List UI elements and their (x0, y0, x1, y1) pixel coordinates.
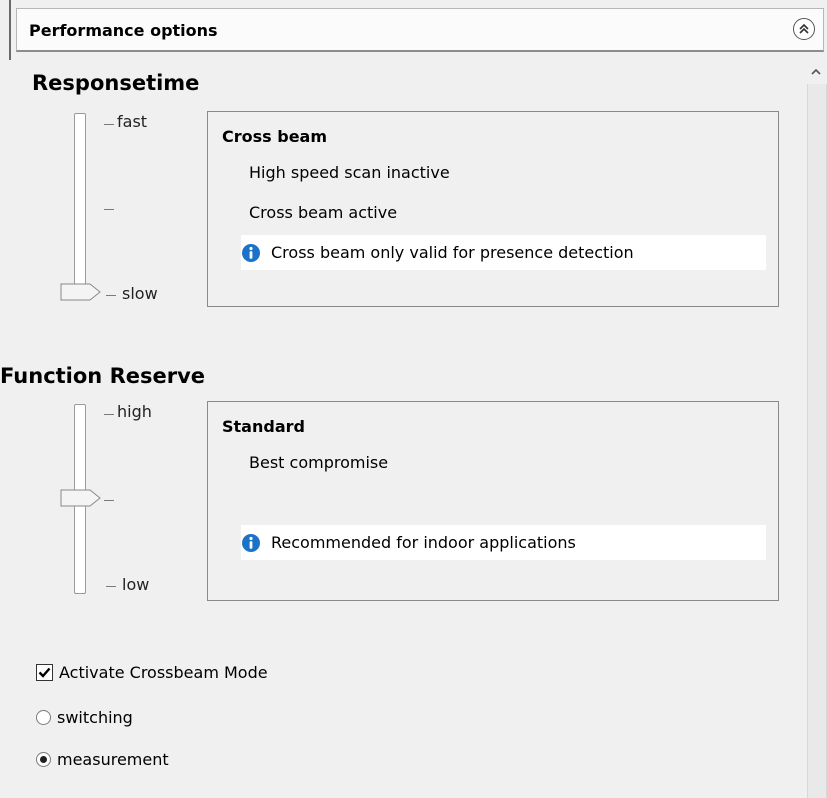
crossbeam-mode-checkbox-row[interactable]: Activate Crossbeam Mode (36, 663, 268, 682)
radio-measurement-label[interactable]: measurement (57, 750, 169, 769)
function-reserve-slider[interactable] (60, 404, 110, 598)
slider-label-high: high (117, 402, 152, 421)
tick-mark (104, 124, 114, 125)
box-line: High speed scan inactive (249, 163, 450, 182)
info-note: Recommended for indoor applications (241, 525, 766, 560)
tick-mark (104, 209, 114, 210)
radio-selected-dot (40, 756, 47, 763)
info-icon (242, 243, 260, 262)
tick-mark (106, 586, 116, 587)
box-title: Cross beam (222, 127, 328, 146)
radio-switching-label[interactable]: switching (57, 708, 133, 727)
slider-thumb[interactable] (60, 283, 102, 301)
slider-track (74, 113, 86, 299)
chevron-up-icon (811, 68, 821, 75)
checkmark-icon (38, 667, 51, 678)
tick-mark (104, 414, 114, 415)
vertical-scrollbar[interactable] (805, 62, 827, 798)
slider-label-slow: slow (122, 284, 158, 303)
info-note: Cross beam only valid for presence detec… (241, 235, 766, 270)
responsetime-title: Responsetime (32, 71, 200, 95)
standard-info-box: Standard Best compromise Recommended for… (207, 401, 779, 601)
scroll-up-button[interactable] (805, 62, 827, 82)
panel-header[interactable]: Performance options (16, 8, 824, 52)
note-text: Cross beam only valid for presence detec… (271, 243, 634, 262)
info-icon (242, 533, 260, 552)
crossbeam-mode-checkbox[interactable] (36, 664, 53, 681)
crossbeam-mode-label[interactable]: Activate Crossbeam Mode (59, 663, 268, 682)
radio-measurement-row[interactable]: measurement (36, 750, 169, 769)
tick-mark (106, 295, 116, 296)
box-title: Standard (222, 417, 305, 436)
collapse-button[interactable] (793, 18, 815, 40)
slider-thumb[interactable] (60, 489, 102, 507)
radio-switching[interactable] (36, 710, 51, 725)
slider-label-low: low (122, 575, 150, 594)
box-line: Cross beam active (249, 203, 398, 222)
slider-label-fast: fast (117, 112, 148, 131)
box-line: Best compromise (249, 453, 389, 472)
window-edge (9, 0, 11, 60)
panel-title: Performance options (29, 21, 218, 40)
function-reserve-title: Function Reserve (0, 364, 206, 388)
double-chevron-up-icon (799, 23, 809, 34)
tick-mark (104, 500, 114, 501)
scrollbar-track[interactable] (807, 84, 827, 798)
radio-measurement[interactable] (36, 752, 51, 767)
radio-switching-row[interactable]: switching (36, 708, 133, 727)
responsetime-slider[interactable] (60, 113, 110, 307)
crossbeam-info-box: Cross beam High speed scan inactive Cros… (207, 111, 779, 307)
note-text: Recommended for indoor applications (271, 533, 576, 552)
